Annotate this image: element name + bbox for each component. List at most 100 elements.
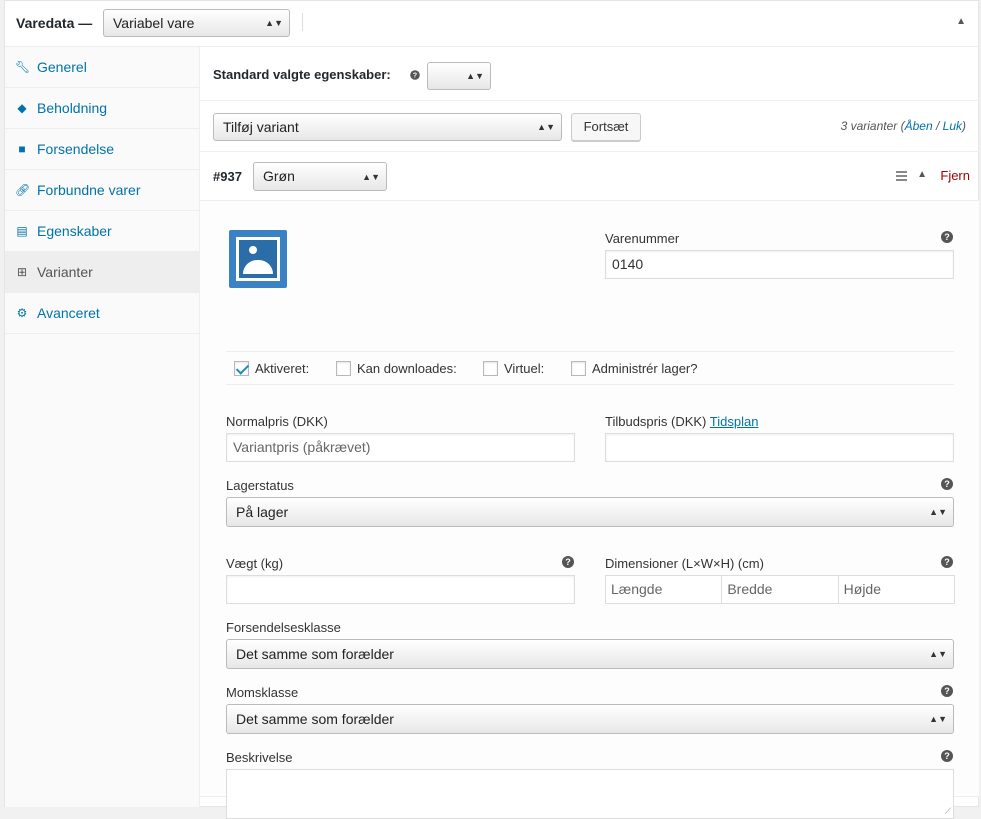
help-icon[interactable]: ? — [562, 556, 574, 568]
add-variation-select[interactable]: Tilføj variant ▲▼ — [213, 113, 562, 141]
remove-variation-link[interactable]: Fjern — [940, 168, 970, 183]
help-icon[interactable]: ? — [941, 556, 953, 568]
list-icon: ▤ — [16, 224, 28, 238]
variation-attribute-select[interactable]: Grøn ▲▼ — [253, 162, 387, 191]
select-arrows-icon: ▲▼ — [466, 71, 484, 81]
variation-attribute-value: Grøn — [263, 168, 295, 184]
select-arrows-icon: ▲▼ — [929, 649, 947, 659]
tab-label: Egenskaber — [37, 223, 112, 239]
add-variation-value: Tilføj variant — [223, 119, 299, 135]
manage-stock-label: Administrér lager? — [592, 361, 698, 376]
link-icon: 🔗︎ — [15, 183, 31, 197]
select-arrows-icon: ▲▼ — [265, 18, 283, 28]
tax-class-label: Momsklasse — [226, 685, 299, 700]
tab-label: Generel — [37, 59, 87, 75]
continue-button[interactable]: Fortsæt — [571, 113, 641, 141]
tab-label: Forsendelse — [37, 141, 115, 157]
tab-advanced[interactable]: ⚙ Avanceret — [5, 293, 199, 334]
height-input[interactable]: Højde — [837, 575, 955, 604]
tab-label: Avanceret — [37, 305, 100, 321]
checkbox[interactable] — [571, 361, 586, 376]
description-textarea[interactable]: ⟋ — [226, 769, 954, 819]
stock-status-label: Lagerstatus — [226, 478, 294, 493]
regular-price-input[interactable]: Variantpris (påkrævet) — [226, 433, 575, 462]
gear-icon: ⚙ — [16, 306, 28, 320]
image-placeholder-icon — [236, 237, 280, 281]
tab-inventory[interactable]: ◆ Beholdning — [5, 88, 199, 129]
collapse-all-link[interactable]: Luk — [943, 119, 962, 133]
drag-handle-icon[interactable] — [896, 171, 907, 183]
checkbox[interactable] — [483, 361, 498, 376]
help-icon[interactable]: ? — [941, 685, 953, 697]
collapse-panel-icon[interactable]: ▲ — [956, 16, 966, 27]
resize-handle-icon[interactable]: ⟋ — [945, 806, 951, 817]
panel-header: Varedata — Variabel vare ▲▼ ▲ — [5, 1, 978, 47]
panel-title: Varedata — — [16, 15, 93, 31]
tab-label: Varianter — [37, 264, 93, 280]
shipping-class-label: Forsendelsesklasse — [226, 620, 341, 635]
wrench-icon: 🔧︎ — [15, 60, 31, 74]
sku-label: Varenummer — [605, 231, 680, 246]
checkbox[interactable] — [336, 361, 351, 376]
manage-stock-checkbox[interactable]: Administrér lager? — [571, 361, 698, 376]
expand-all-link[interactable]: Åben — [905, 119, 933, 133]
virtual-checkbox[interactable]: Virtuel: — [483, 361, 544, 376]
variation-options: Aktiveret: Kan downloades: Virtuel: Admi… — [226, 351, 954, 385]
variations-count: 3 varianter (Åben / Luk) — [840, 119, 966, 133]
checkbox-checked[interactable] — [234, 361, 249, 376]
enabled-label: Aktiveret: — [255, 361, 310, 376]
downloadable-label: Kan downloades: — [357, 361, 457, 376]
product-type-value: Variabel vare — [113, 15, 195, 31]
collapse-variation-icon[interactable]: ▲ — [917, 169, 927, 180]
sale-price-label: Tilbudspris (DKK) Tidsplan — [605, 414, 759, 429]
schedule-link[interactable]: Tidsplan — [710, 414, 759, 429]
tag-icon: ◆ — [17, 101, 27, 115]
header-divider — [302, 13, 303, 31]
length-input[interactable]: Længde — [605, 575, 723, 604]
product-type-select[interactable]: Variabel vare ▲▼ — [103, 9, 290, 37]
enabled-checkbox[interactable]: Aktiveret: — [234, 361, 309, 376]
select-arrows-icon: ▲▼ — [929, 507, 947, 517]
default-attribute-select[interactable]: ▲▼ — [427, 62, 491, 90]
help-icon[interactable]: ? — [941, 750, 953, 762]
variation-header[interactable]: #937 Grøn ▲▼ ▲ Fjern — [200, 152, 979, 201]
tab-label: Beholdning — [37, 100, 108, 116]
variations-panel: Standard valgte egenskaber: ? ▲▼ Tilføj … — [200, 47, 979, 819]
grid-icon: ⊞ — [16, 265, 28, 279]
weight-label: Vægt (kg) — [226, 556, 284, 571]
sale-price-input[interactable] — [605, 433, 954, 462]
tax-class-select[interactable]: Det samme som forælder ▲▼ — [226, 704, 954, 734]
product-data-panel: Varedata — Variabel vare ▲▼ ▲ 🔧︎ Generel… — [4, 0, 979, 819]
stock-status-select[interactable]: På lager ▲▼ — [226, 497, 954, 527]
tab-shipping[interactable]: ■ Forsendelse — [5, 129, 199, 170]
tab-linked-products[interactable]: 🔗︎ Forbundne varer — [5, 170, 199, 211]
virtual-label: Virtuel: — [504, 361, 545, 376]
shipping-class-value: Det samme som forælder — [236, 646, 394, 662]
help-icon[interactable]: ? — [941, 478, 953, 490]
tab-label: Forbundne varer — [37, 182, 141, 198]
tax-class-value: Det samme som forælder — [236, 711, 394, 727]
product-data-tabs: 🔧︎ Generel ◆ Beholdning ■ Forsendelse 🔗︎… — [5, 47, 200, 807]
sku-input[interactable]: 0140 — [605, 250, 954, 279]
regular-price-label: Normalpris (DKK) — [226, 414, 328, 429]
help-icon[interactable]: ? — [410, 70, 420, 80]
downloadable-checkbox[interactable]: Kan downloades: — [336, 361, 457, 376]
variations-toolbar: Tilføj variant ▲▼ Fortsæt 3 varianter (Å… — [200, 101, 979, 152]
tab-variations[interactable]: ⊞ Varianter — [5, 252, 199, 293]
select-arrows-icon: ▲▼ — [362, 171, 380, 182]
variation-image-upload[interactable] — [229, 230, 287, 288]
shipping-class-select[interactable]: Det samme som forælder ▲▼ — [226, 639, 954, 669]
dimensions-label: Dimensioner (L×W×H) (cm) — [605, 556, 764, 571]
tab-general[interactable]: 🔧︎ Generel — [5, 47, 199, 88]
description-label: Beskrivelse — [226, 750, 293, 765]
default-attributes-row: Standard valgte egenskaber: ? ▲▼ — [200, 47, 979, 101]
help-icon[interactable]: ? — [941, 231, 953, 243]
dimensions-inputs: Længde Bredde Højde — [605, 575, 955, 604]
tab-attributes[interactable]: ▤ Egenskaber — [5, 211, 199, 252]
variation-id: #937 — [213, 169, 242, 184]
width-input[interactable]: Bredde — [721, 575, 839, 604]
truck-icon: ■ — [18, 142, 26, 156]
variation-body: Varenummer ? 0140 Aktiveret: Kan downloa… — [200, 201, 979, 819]
stock-status-value: På lager — [236, 504, 289, 520]
weight-input[interactable] — [226, 575, 575, 604]
